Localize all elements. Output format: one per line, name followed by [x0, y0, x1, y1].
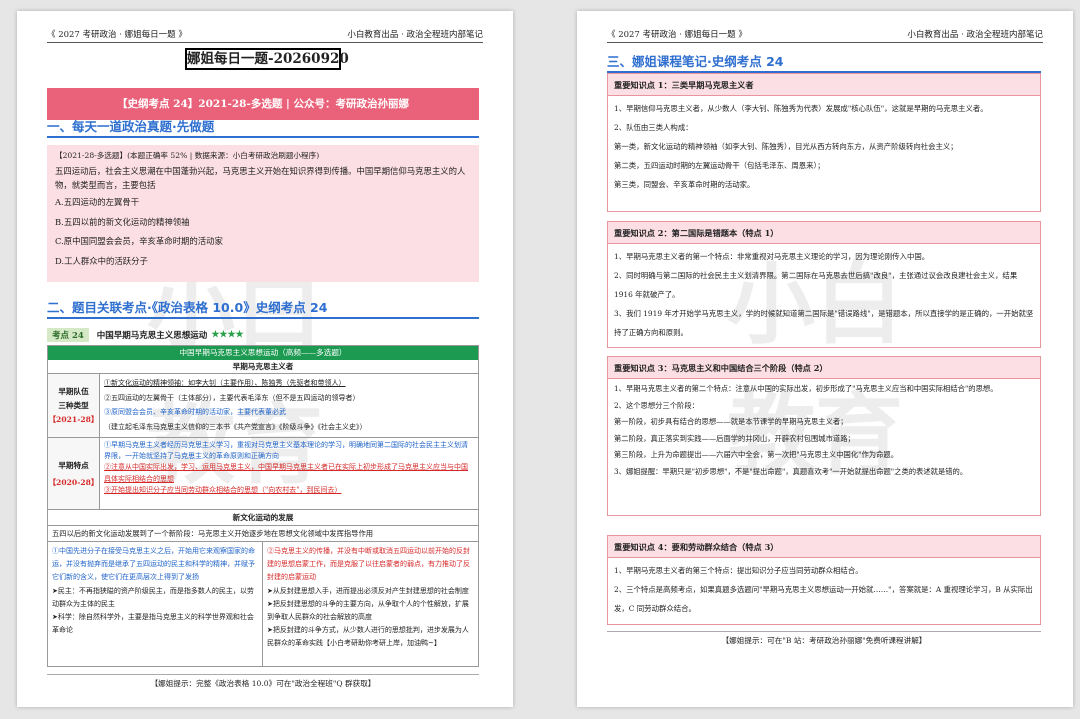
right-footer: 【娜姐提示：可在"B 站：考研政治孙丽娜"免费听课程讲解】	[607, 631, 1041, 646]
box4-line: 1、早期马克思主义者的第三个特点：提出知识分子应当同劳动群众相结合。	[614, 566, 863, 575]
box2-line: 1、早期马克思主义者的第一个特点：非常重视对马克思主义理论的学习，因为理论刚传入…	[614, 252, 930, 261]
box2-title: 重要知识点 2：第二国际是错题本（特点 1）	[608, 222, 1040, 244]
dev-left-col: ①中国先进分子在接受马克思主义之后，开始用它来观察国家的命运，并没有抛弃而是继承…	[48, 542, 263, 666]
row2-label-cell: 早期特点 【2020-28】	[48, 438, 100, 509]
row2-line: ①早期马克思主义者经历马克思主义学习，重视对马克思主义基本理论的学习，明确地同第…	[104, 441, 468, 461]
row1-line: （建立起毛泽东马克思主义信仰的三本书《共产党宣言》《阶级斗争》《社会主义史》）	[104, 422, 367, 431]
dev-right-line: ➤从反封建思想入手，进而提出必须反对产生封建思想的社会制度	[267, 586, 469, 595]
sub-header-1: 早期马克思主义者	[48, 360, 478, 374]
box3-line: 第一阶段，初步具有结合的思想——就是本节课学的早期马克思主义者；	[614, 417, 848, 427]
option-d[interactable]: D.工人群众中的活跃分子	[55, 256, 471, 267]
kp-stars: ★★★★	[211, 330, 244, 340]
header-right: 小白教育出品 · 政治全程班内部笔记	[347, 30, 483, 40]
box4-title: 重要知识点 4：要和劳动群众结合（特点 3）	[608, 536, 1040, 558]
option-c[interactable]: C.原中国同盟会会员，辛亥革命时期的活动家	[55, 236, 471, 247]
section-2-title: 二、题目关联考点·《政治表格 10.0》史纲考点 24	[47, 297, 479, 319]
left-page: 《 2027 考研政治 · 娜姐每日一题 》 小白教育出品 · 政治全程班内部笔…	[17, 11, 513, 707]
box3-line: 1、早期马克思主义者的第二个特点：注意从中国的实际出发，初步形成了"马克思主义应…	[614, 384, 998, 393]
dev-right-line: ➤把反封建思想的斗争的主要方向，从争取个人的个性解放，扩展到争取人民群众的社会解…	[267, 599, 469, 622]
box1-line: 第三类，同盟会、辛亥革命时期的活动家。	[614, 180, 755, 189]
question-box: 【2021-28-多选题】(本题正确率 52% | 数据来源：小白考研政治刷题小…	[47, 145, 479, 282]
page-header: 《 2027 考研政治 · 娜姐每日一题 》 小白教育出品 · 政治全程班内部笔…	[47, 29, 483, 43]
box3-line: 第三阶段，上升为命题提出——六届六中全会，第一次把"马克思主义中国化"作为命题。	[614, 450, 898, 460]
box3-line: 第二阶段，真正落实到实践——后面学的井冈山，开辟农村包围城市道路；	[614, 433, 855, 443]
kp-title: 中国早期马克思主义思想运动	[96, 331, 208, 341]
box3-line: 2、这个思想分三个阶段：	[614, 400, 699, 410]
sub-header-2: 新文化运动的发展	[48, 510, 478, 526]
kp-table: 中国早期马克思主义思想运动（高频——多选题） 早期马克思主义者 早期队伍 三种类…	[47, 345, 479, 667]
dev-left-line: ➤科学：除自然科学外，主要是指马克思主义的科学世界观和社会革命论	[52, 613, 254, 635]
table-header: 中国早期马克思主义思想运动（高频——多选题）	[48, 346, 478, 360]
box2-line: 2、同时明确与第二国际的社会民主主义划清界限。第二国际在马克思去世后搞"改良"，…	[614, 271, 1018, 299]
dev-right-line: ②马克思主义的传播，并没有中断或取消五四运动以前开始的反封建的思想启蒙工作，而是…	[267, 547, 470, 582]
header-left: 《 2027 考研政治 · 娜姐每日一题 》	[607, 30, 747, 40]
section-3-title: 三、娜姐课程笔记·史纲考点 24	[607, 51, 1041, 73]
dev-left-line: ①中国先进分子在接受马克思主义之后，开始用它来观察国家的命运，并没有抛弃而是继承…	[52, 547, 255, 582]
box1-line: 1、早期信仰马克思主义者，从少数人（李大钊、陈独秀为代表）发展成"核心队伍"，这…	[614, 104, 988, 113]
box2-content: 1、早期马克思主义者的第一个特点：非常重视对马克思主义理论的学习，因为理论刚传入…	[608, 244, 1040, 345]
dev-left-line: ➤民主：不再指狭隘的资产阶级民主，而是指多数人的民主，以劳动群众为主体的民主	[52, 586, 254, 608]
dev-columns: ①中国先进分子在接受马克思主义之后，开始用它来观察国家的命运，并没有抛弃而是继承…	[48, 542, 478, 666]
knowledge-box-1: 重要知识点 1：三类早期马克思主义者 1、早期信仰马克思主义者，从少数人（李大钊…	[607, 73, 1041, 212]
row1-label-2: 三种类型	[58, 401, 89, 410]
box1-line: 第二类，五四运动时期的左翼运动骨干（包括毛泽东、周恩来）；	[614, 161, 825, 170]
dev-right-col: ②马克思主义的传播，并没有中断或取消五四运动以前开始的反封建的思想启蒙工作，而是…	[263, 542, 478, 666]
question-stem: 五四运动后，社会主义思潮在中国蓬勃兴起，马克思主义开始在知识界得到传播。中国早期…	[55, 166, 466, 190]
box1-title: 重要知识点 1：三类早期马克思主义者	[608, 74, 1040, 96]
header-left: 《 2027 考研政治 · 娜姐每日一题 》	[47, 30, 187, 40]
knowledge-box-4: 重要知识点 4：要和劳动群众结合（特点 3） 1、早期马克思主义者的第三个特点：…	[607, 535, 1041, 625]
row1-label-1: 早期队伍	[58, 387, 89, 396]
option-b[interactable]: B.五四以前的新文化运动的精神领袖	[55, 217, 471, 228]
box3-title: 重要知识点 3：马克思主义和中国结合三个阶段（特点 2）	[608, 357, 1040, 379]
row1-label-cell: 早期队伍 三种类型 【2021-28】	[48, 374, 100, 437]
kp-title-row: 考点 24 中国早期马克思主义思想运动 ★★★★	[47, 326, 479, 344]
question-meta: 【2021-28-多选题】(本题正确率 52% | 数据来源：小白考研政治刷题小…	[55, 151, 320, 160]
row2-line: ③开始提出知识分子应当同劳动群众相结合的思想（"向农村去"，到民间去）	[104, 485, 342, 494]
right-page: 《 2027 考研政治 · 娜姐每日一题 》 小白教育出品 · 政治全程班内部笔…	[577, 11, 1073, 707]
row1-content: ①新文化运动的精神领袖：如李大钊（主要作用）、陈独秀（先驱者和带领人） ②五四运…	[100, 374, 478, 437]
row2-label: 早期特点	[58, 460, 89, 470]
box1-content: 1、早期信仰马克思主义者，从少数人（李大钊、陈独秀为代表）发展成"核心队伍"，这…	[608, 96, 1040, 197]
table-row-1: 早期队伍 三种类型 【2021-28】 ①新文化运动的精神领袖：如李大钊（主要作…	[48, 374, 478, 438]
row1-line: ②五四运动的左翼骨干（主体部分），主要代表毛泽东（但不是五四运动的领导者）	[104, 393, 360, 402]
box1-line: 2、队伍由三类人构成：	[614, 123, 693, 132]
row1-line: ③原同盟会会员、辛亥革命时期的活动家，主要代表董必武	[104, 408, 286, 416]
doc-title: 娜姐每日一题-20260920	[185, 48, 349, 70]
page-header: 《 2027 考研政治 · 娜姐每日一题 》 小白教育出品 · 政治全程班内部笔…	[607, 29, 1043, 43]
box4-line: 2、三个特点是高频考点，如果真题多选题问"早期马克思主义思想运动一开始就……"，…	[614, 585, 1033, 613]
box4-content: 1、早期马克思主义者的第三个特点：提出知识分子应当同劳动群众相结合。 2、三个特…	[608, 558, 1040, 621]
left-footer: 【娜姐提示：完整《政治表格 10.0》可在"政治全程班"Q 群获取】	[47, 674, 479, 689]
dev-right-line: ➤把反封建的斗争方式，从少数人进行的思想批判，进步发展为人民群众的革命实践【小白…	[267, 626, 469, 648]
section-1-title: 一、每天一道政治真题·先做题	[47, 116, 479, 138]
kp-tag: 考点 24	[47, 328, 89, 342]
box3-content: 1、早期马克思主义者的第二个特点：注意从中国的实际出发，初步形成了"马克思主义应…	[608, 379, 1040, 483]
row2-content: ①早期马克思主义者经历马克思主义学习，重视对马克思主义基本理论的学习，明确地同第…	[100, 438, 478, 509]
header-right: 小白教育出品 · 政治全程班内部笔记	[907, 30, 1043, 40]
option-a[interactable]: A.五四运动的左翼骨干	[55, 197, 471, 208]
knowledge-box-3: 重要知识点 3：马克思主义和中国结合三个阶段（特点 2） 1、早期马克思主义者的…	[607, 356, 1041, 516]
row2-year: 【2020-28】	[48, 477, 99, 487]
row1-year: 【2021-28】	[48, 415, 99, 424]
row2-line: ②注意从中国实际出发，学习、运用马克思主义，中国早期马克思主义者已在实际上初步形…	[104, 463, 468, 483]
box3-line: 3、娜姐提醒：早期只是"初步思想"，不是"提出命题"，真题喜欢考"一开始就提出命…	[614, 466, 968, 476]
knowledge-box-2: 重要知识点 2：第二国际是错题本（特点 1） 1、早期马克思主义者的第一个特点：…	[607, 221, 1041, 348]
dev-intro: 五四以后的新文化运动发展到了一个新阶段：马克思主义开始逐步地在思想文化领域中发挥…	[48, 526, 478, 542]
table-row-2: 早期特点 【2020-28】 ①早期马克思主义者经历马克思主义学习，重视对马克思…	[48, 438, 478, 510]
row1-line: ①新文化运动的精神领袖：如李大钊（主要作用）、陈独秀（先驱者和带领人）	[104, 379, 346, 387]
box2-line: 3、我们 1919 年才开始学马克思主义，学的时候就知道第二国际是"错误路线"，…	[614, 309, 1034, 337]
box1-line: 第一类，新文化运动的精神领袖（如李大钊、陈独秀），目光从西方转向东方，从资产阶级…	[614, 142, 958, 151]
